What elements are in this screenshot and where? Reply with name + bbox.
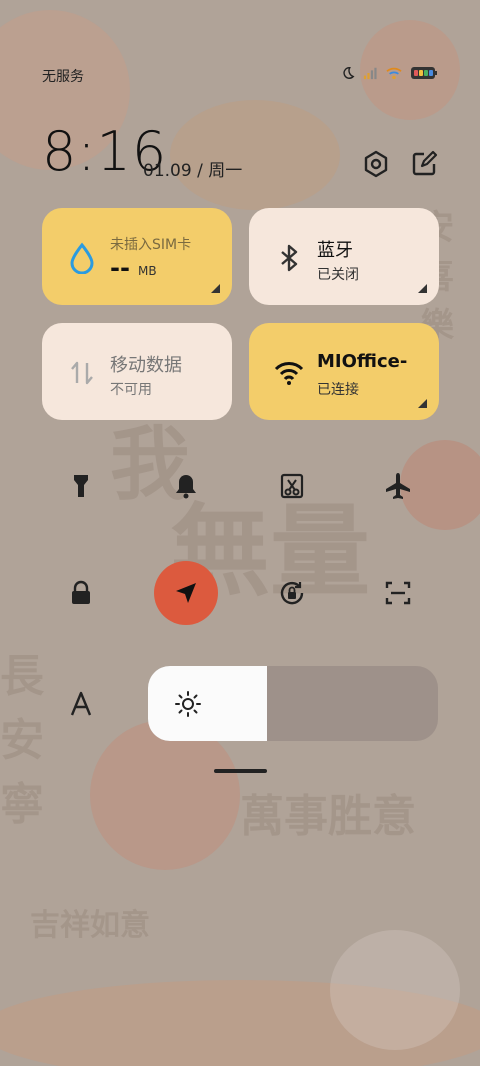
- font-icon: [70, 691, 92, 716]
- flashlight-toggle[interactable]: [49, 454, 113, 518]
- expand-corner-icon: [211, 284, 220, 293]
- mobile-data-label: 移动数据: [110, 355, 182, 376]
- battery-icon: [411, 67, 437, 79]
- mobile-data-status: 不可用: [110, 382, 152, 398]
- lock-screen-toggle[interactable]: [49, 561, 113, 625]
- scan-icon: [385, 581, 411, 605]
- data-usage-unit: MB: [138, 264, 157, 278]
- carrier-label: 无服务: [42, 69, 84, 85]
- rotation-lock-icon: [280, 581, 304, 605]
- lock-icon: [72, 580, 90, 604]
- sun-icon: [175, 691, 201, 717]
- gear-icon[interactable]: [362, 150, 390, 178]
- expand-corner-icon: [418, 399, 427, 408]
- expand-corner-icon: [418, 284, 427, 293]
- signal-icon: [363, 67, 377, 80]
- bluetooth-status: 已关闭: [317, 267, 359, 283]
- wifi-icon: [274, 362, 304, 385]
- drop-icon: [70, 242, 94, 274]
- bell-icon: [176, 475, 196, 499]
- date-label: 01.09 / 周一: [143, 161, 243, 181]
- brightness-fill: [148, 666, 267, 741]
- bluetooth-tile[interactable]: 蓝牙 已关闭: [249, 208, 439, 305]
- bluetooth-label: 蓝牙: [317, 240, 353, 261]
- scan-toggle[interactable]: [366, 561, 430, 625]
- rotation-lock-toggle[interactable]: [260, 561, 324, 625]
- drag-handle[interactable]: [214, 769, 267, 773]
- screenshot-icon: [280, 473, 304, 499]
- ring-toggle[interactable]: [154, 454, 218, 518]
- status-bar: 无服务: [42, 66, 438, 86]
- data-usage-tile[interactable]: 未插入SIM卡 -- MB: [42, 208, 232, 305]
- wifi-status: 已连接: [317, 382, 359, 398]
- airplane-icon: [386, 473, 410, 499]
- flashlight-icon: [74, 475, 88, 497]
- wifi-network-label: MIOffice-: [317, 351, 408, 372]
- font-size-button[interactable]: [49, 672, 113, 736]
- screenshot-toggle[interactable]: [260, 454, 324, 518]
- data-usage-value: --: [110, 254, 130, 282]
- sim-status-label: 未插入SIM卡: [110, 237, 192, 253]
- updown-arrows-icon: [71, 361, 93, 385]
- airplane-toggle[interactable]: [366, 454, 430, 518]
- wifi-icon: [386, 67, 402, 80]
- location-toggle[interactable]: [154, 561, 218, 625]
- wifi-tile[interactable]: MIOffice- 已连接: [249, 323, 439, 420]
- location-icon: [176, 583, 196, 603]
- edit-icon[interactable]: [410, 150, 438, 178]
- bluetooth-icon: [281, 244, 298, 272]
- moon-icon: [343, 67, 355, 79]
- brightness-slider[interactable]: [148, 666, 438, 741]
- mobile-data-tile[interactable]: 移动数据 不可用: [42, 323, 232, 420]
